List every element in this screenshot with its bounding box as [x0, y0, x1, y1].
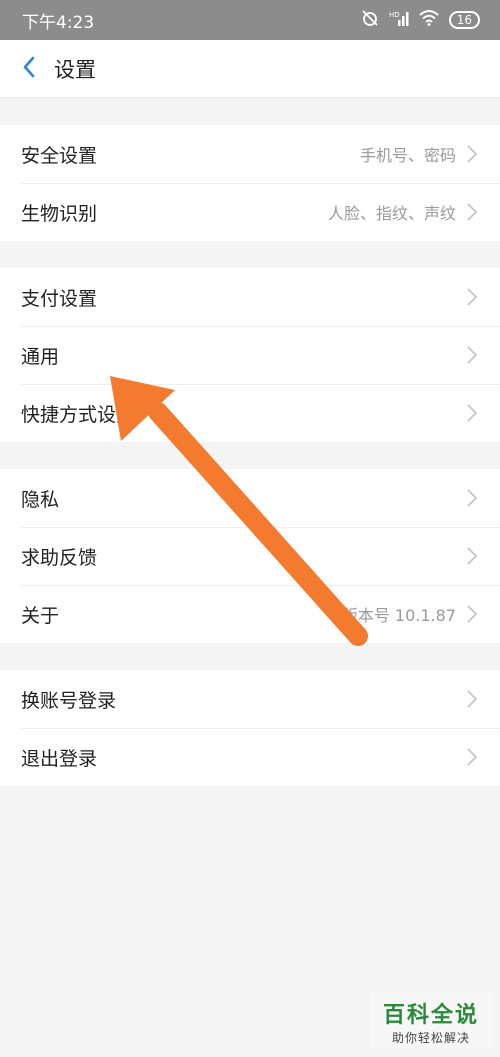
chevron-left-icon	[22, 56, 36, 82]
settings-group-general: 支付设置 通用 快捷方式设置	[0, 268, 500, 442]
watermark-logo: 百科全说 助你轻松解决	[370, 993, 492, 1049]
chevron-right-icon	[466, 403, 480, 423]
chevron-right-icon	[466, 287, 480, 307]
settings-item-label: 通用	[21, 345, 60, 368]
page-title: 设置	[54, 57, 96, 82]
settings-item-about[interactable]: 关于 版本号 10.1.87	[0, 585, 500, 643]
hd-signal-icon: HD	[389, 10, 409, 30]
chevron-right-icon	[466, 604, 480, 624]
svg-text:HD: HD	[389, 11, 400, 19]
settings-item-switch-account[interactable]: 换账号登录	[0, 670, 500, 728]
settings-item-label: 安全设置	[21, 144, 98, 167]
settings-item-value: 手机号、密码	[359, 146, 456, 165]
settings-item-label: 生物识别	[21, 202, 98, 225]
settings-group-security: 安全设置 手机号、密码 生物识别 人脸、指纹、声纹	[0, 125, 500, 241]
back-button[interactable]	[0, 40, 58, 98]
settings-item-label: 支付设置	[21, 287, 98, 310]
chevron-right-icon	[466, 488, 480, 508]
settings-group-account: 换账号登录 退出登录	[0, 670, 500, 786]
settings-item-label: 快捷方式设置	[21, 403, 136, 426]
chevron-right-icon	[466, 202, 480, 222]
watermark-subtitle: 助你轻松解决	[391, 1030, 470, 1045]
settings-item-shortcuts[interactable]: 快捷方式设置	[0, 384, 500, 442]
settings-item-label: 退出登录	[21, 747, 98, 770]
settings-item-feedback[interactable]: 求助反馈	[0, 527, 500, 585]
chevron-right-icon	[466, 747, 480, 767]
settings-item-label: 换账号登录	[21, 689, 117, 712]
settings-item-payment[interactable]: 支付设置	[0, 268, 500, 326]
settings-group-help: 隐私 求助反馈 关于 版本号 10.1.87	[0, 469, 500, 643]
settings-item-privacy[interactable]: 隐私	[0, 469, 500, 527]
wifi-icon	[419, 10, 439, 30]
status-time: 下午4:23	[22, 12, 95, 33]
settings-item-label: 关于	[21, 604, 60, 627]
status-bar: 下午4:23 HD 16	[0, 0, 500, 40]
chevron-right-icon	[466, 345, 480, 365]
settings-item-label: 隐私	[21, 488, 60, 511]
battery-indicator: 16	[448, 11, 480, 29]
watermark-title: 百科全说	[382, 1002, 479, 1028]
navigation-bar: 设置	[0, 40, 500, 98]
settings-item-label: 求助反馈	[21, 546, 98, 569]
settings-item-biometrics[interactable]: 生物识别 人脸、指纹、声纹	[0, 183, 500, 241]
settings-item-value: 版本号 10.1.87	[341, 606, 456, 625]
status-icons: HD 16	[361, 9, 480, 31]
chevron-right-icon	[466, 689, 480, 709]
settings-item-logout[interactable]: 退出登录	[0, 728, 500, 786]
chevron-right-icon	[466, 546, 480, 566]
settings-item-value: 人脸、指纹、声纹	[327, 204, 456, 223]
chevron-right-icon	[466, 144, 480, 164]
alarm-off-icon	[361, 9, 379, 31]
settings-item-general[interactable]: 通用	[0, 326, 500, 384]
settings-item-security[interactable]: 安全设置 手机号、密码	[0, 125, 500, 183]
